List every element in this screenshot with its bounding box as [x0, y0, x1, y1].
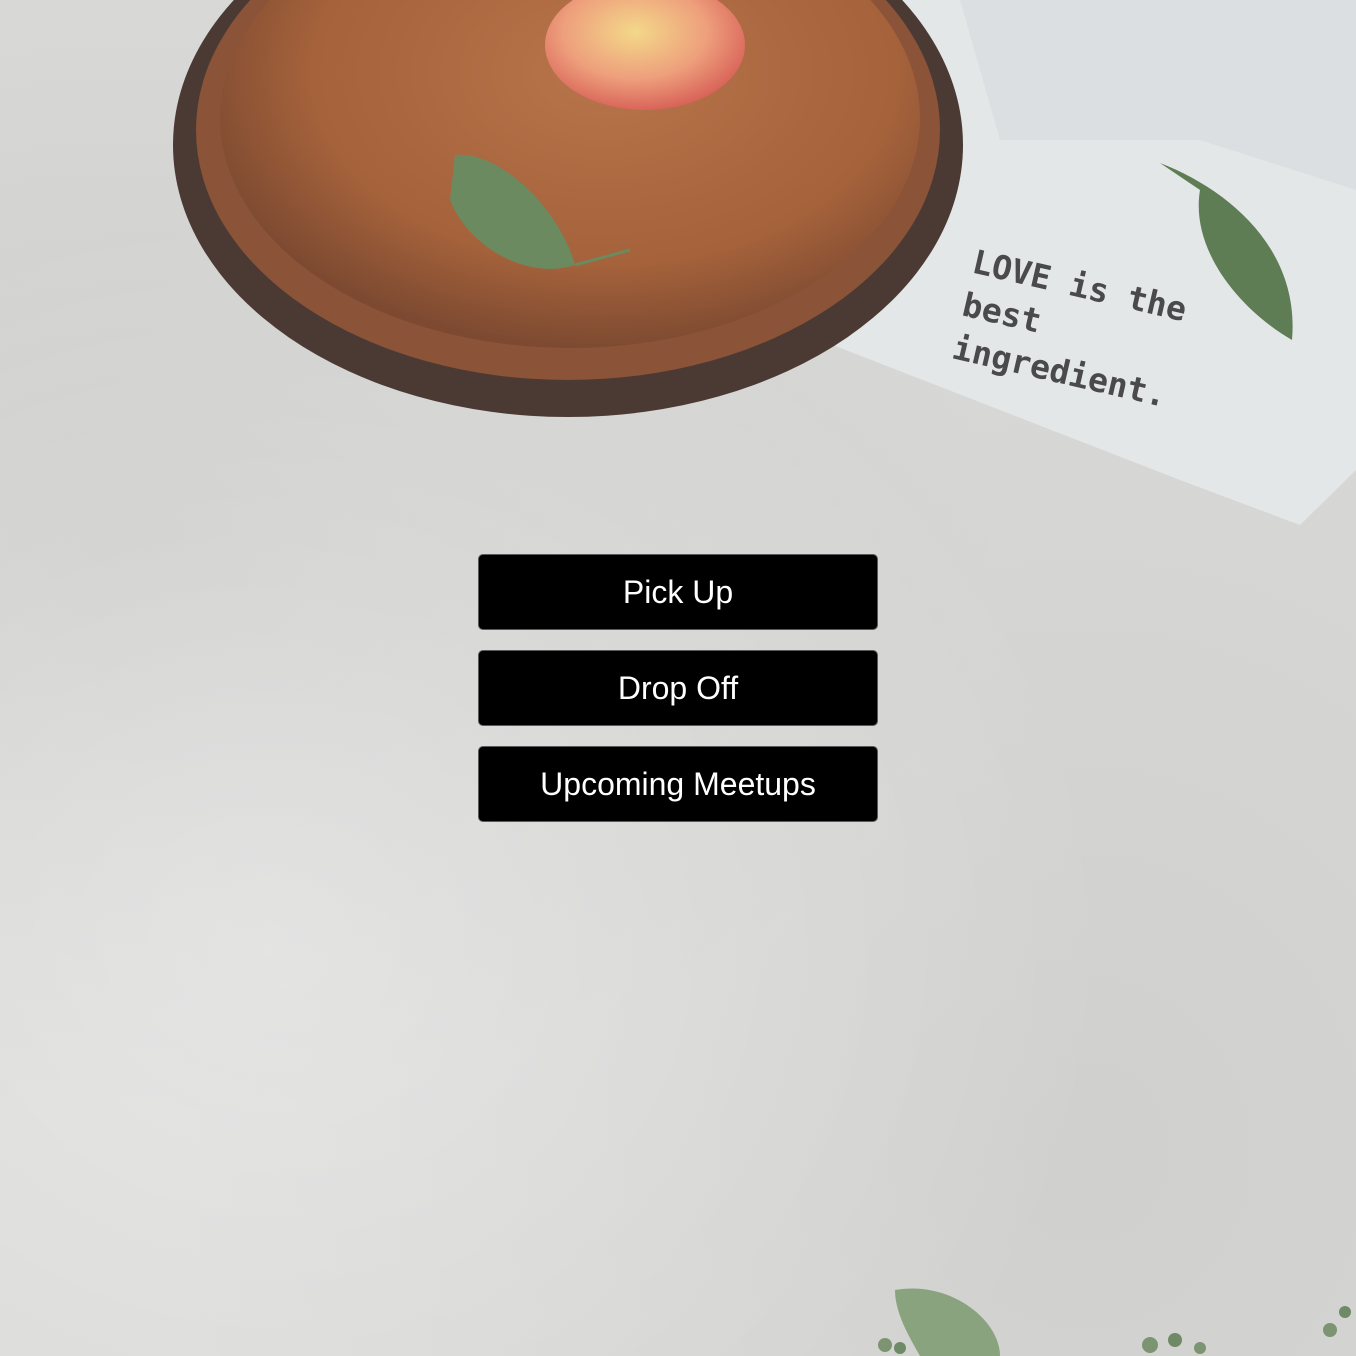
- pick-up-button[interactable]: Pick Up: [478, 554, 878, 630]
- bottom-leaf-icon: [895, 1288, 1000, 1356]
- upcoming-meetups-button[interactable]: Upcoming Meetups: [478, 746, 878, 822]
- drop-off-button[interactable]: Drop Off: [478, 650, 878, 726]
- main-menu: Pick Up Drop Off Upcoming Meetups: [478, 554, 878, 842]
